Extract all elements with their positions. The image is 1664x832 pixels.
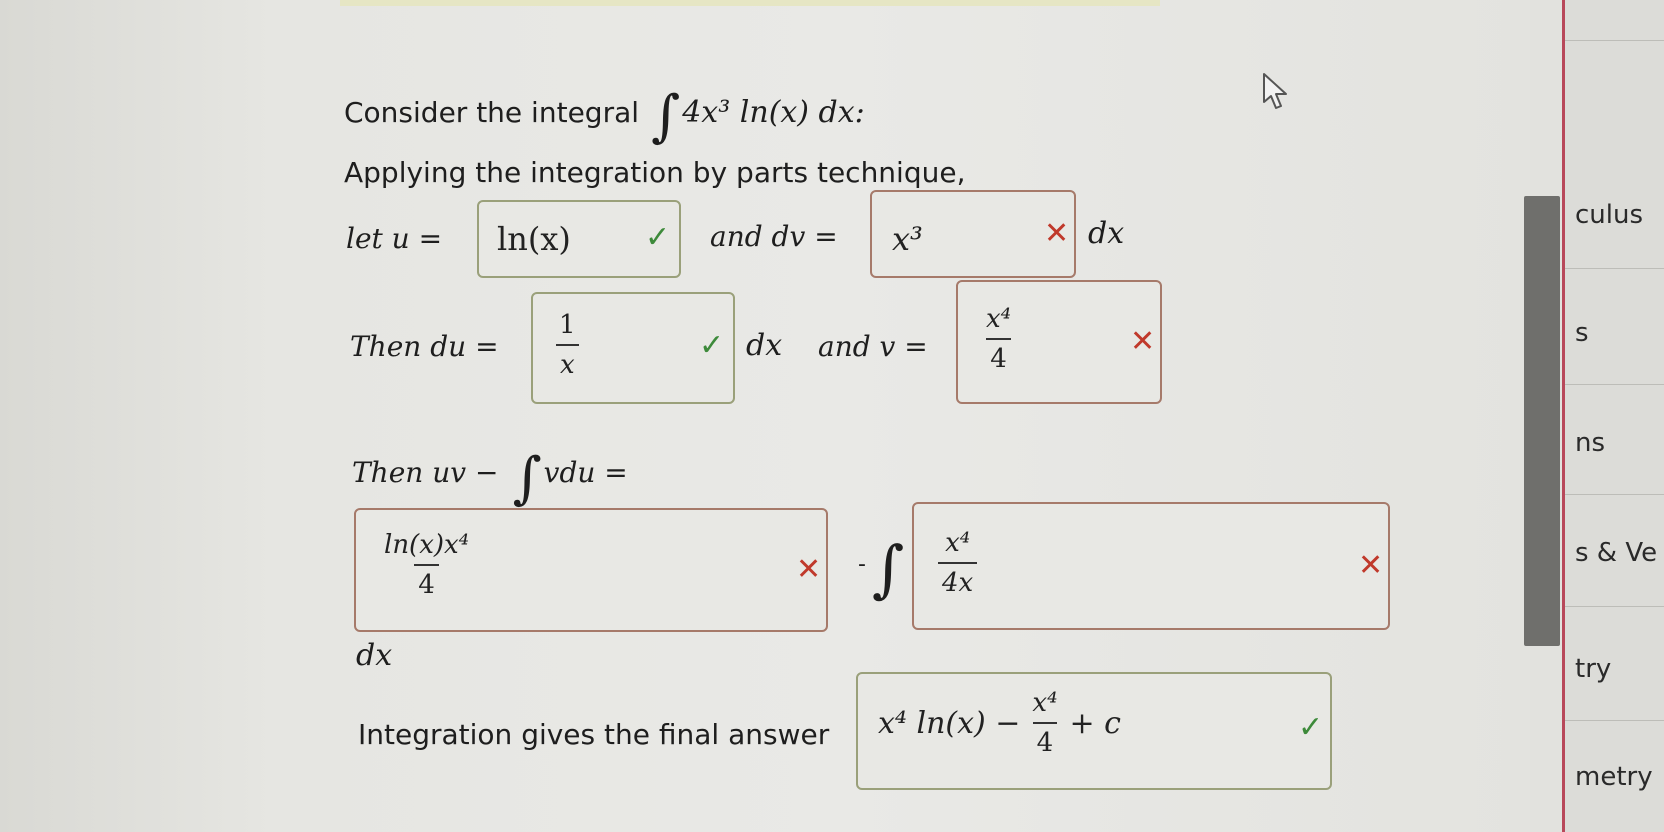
then-uv-label: Then uv − ∫ vdu =: [352, 446, 628, 511]
integral-expression: 4x³ ln(x) dx:: [682, 95, 865, 130]
integrand-numerator: x⁴: [945, 528, 971, 558]
final-answer-label: Integration gives the final answer: [358, 718, 830, 751]
v-answer-fraction: x⁴ 4: [982, 304, 1015, 374]
v-answer-box[interactable]: x⁴ 4 ✕: [956, 280, 1162, 404]
sidebar-item-ns[interactable]: ns: [1575, 428, 1605, 458]
integrand-denominator: 4x: [938, 562, 978, 598]
sidebar-item-vectors[interactable]: s & Ve: [1575, 538, 1657, 568]
sidebar-separator: [1565, 494, 1664, 495]
minus-sign: -: [858, 552, 866, 577]
uv-denominator: 4: [414, 564, 439, 600]
let-u-label: let u =: [346, 222, 443, 255]
uv-answer-fraction: ln(x)x⁴ 4: [380, 530, 473, 600]
du-numerator: 1: [559, 310, 576, 340]
incorrect-cross-icon: ✕: [1044, 216, 1070, 251]
dv-answer-box[interactable]: x³ ✕: [870, 190, 1076, 278]
question-intro: Consider the integral ∫ 4x³ ln(x) dx:: [344, 80, 865, 149]
uv-answer-box[interactable]: ln(x)x⁴ 4 ✕: [354, 508, 828, 632]
sidebar-item-try[interactable]: try: [1575, 654, 1611, 684]
uv-numerator: ln(x)x⁴: [384, 530, 470, 560]
integral-sign: ∫: [872, 532, 905, 605]
du-denominator: x: [555, 344, 579, 380]
integrand-answer-fraction: x⁴ 4x: [938, 528, 978, 598]
incorrect-cross-icon: ✕: [796, 552, 822, 587]
dv-answer-value: x³: [892, 220, 923, 258]
right-sidebar: culus s ns s & Ve try metry: [1562, 0, 1664, 832]
sidebar-separator: [1565, 606, 1664, 607]
u-answer-box[interactable]: ln(x) ✓: [477, 200, 681, 278]
final-numerator: x⁴: [1032, 688, 1058, 718]
v-denominator: 4: [986, 338, 1011, 374]
sidebar-separator: [1565, 384, 1664, 385]
sidebar-separator: [1565, 40, 1664, 41]
final-denominator: 4: [1032, 722, 1058, 758]
v-numerator: x⁴: [986, 304, 1012, 334]
sidebar-separator: [1565, 268, 1664, 269]
and-v-label: and v =: [818, 330, 928, 363]
correct-check-icon: ✓: [699, 328, 725, 363]
incorrect-cross-icon: ✕: [1130, 324, 1156, 359]
sidebar-item-s[interactable]: s: [1575, 318, 1589, 348]
final-answer-expression: x⁴ ln(x) − x⁴ 4 + c: [878, 688, 1121, 758]
dv-dx-suffix: dx: [1088, 216, 1125, 251]
final-answer-tail: + c: [1069, 705, 1121, 741]
applying-text: Applying the integration by parts techni…: [344, 156, 966, 189]
page-scrollbar[interactable]: [1524, 196, 1560, 646]
integral-sign: ∫: [651, 84, 681, 149]
du-answer-fraction: 1x: [555, 310, 580, 380]
correct-check-icon: ✓: [645, 220, 671, 255]
final-answer-lead: x⁴ ln(x) −: [878, 705, 1021, 741]
correct-check-icon: ✓: [1298, 710, 1324, 745]
top-banner-strip: [340, 0, 1160, 6]
mouse-cursor-icon: [1263, 73, 1287, 109]
sidebar-item-metry[interactable]: metry: [1575, 762, 1653, 792]
sidebar-item-calculus[interactable]: culus: [1575, 200, 1643, 230]
du-answer-box[interactable]: 1x ✓: [531, 292, 735, 404]
integrand-answer-box[interactable]: x⁴ 4x ✕: [912, 502, 1390, 630]
consider-text: Consider the integral: [344, 96, 640, 129]
and-dv-label: and dv =: [710, 220, 838, 253]
integral-dx-suffix: dx: [356, 638, 393, 673]
sidebar-separator: [1565, 720, 1664, 721]
du-dx-suffix: dx: [746, 328, 783, 363]
then-du-label: Then du =: [350, 330, 499, 363]
final-answer-box[interactable]: x⁴ ln(x) − x⁴ 4 + c ✓: [856, 672, 1332, 790]
incorrect-cross-icon: ✕: [1358, 548, 1384, 583]
integral-sign: ∫: [512, 446, 542, 511]
u-answer-value: ln(x): [497, 220, 571, 258]
